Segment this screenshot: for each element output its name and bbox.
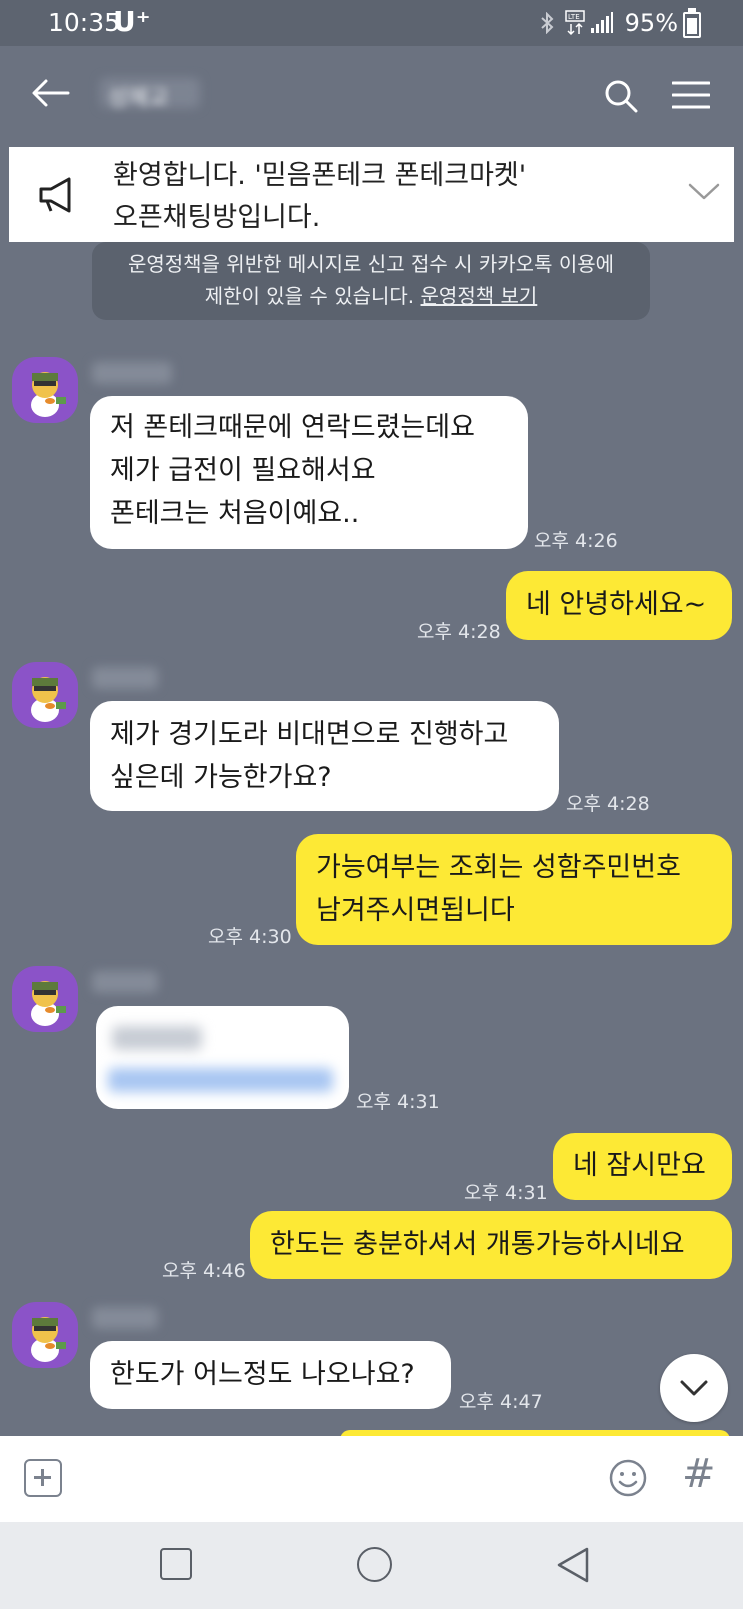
home-icon[interactable] — [357, 1547, 392, 1582]
message-line: 네 안녕하세요~ — [526, 589, 707, 620]
sender-name — [92, 1307, 158, 1329]
scroll-to-bottom-button[interactable] — [660, 1354, 728, 1422]
message-time: 오후 4:28 — [566, 793, 650, 815]
sender-name — [92, 667, 158, 689]
message-line: 폰테크는 처음이예요.. — [110, 498, 360, 529]
emoji-icon[interactable] — [609, 1459, 647, 1497]
notice-text: 환영합니다. '믿음폰테크 폰테크마켓' 오픈채팅방입니다. — [113, 155, 526, 239]
recent-apps-icon[interactable] — [160, 1548, 192, 1580]
message-line: 가능여부는 조회는 성함주민번호 — [316, 852, 681, 883]
blurred-contact-card[interactable] — [96, 1006, 349, 1109]
nav-back-icon[interactable] — [555, 1546, 591, 1584]
notice-line-2: 오픈채팅방입니다. — [113, 202, 321, 233]
blurred-link — [108, 1068, 333, 1092]
message-time: 오후 4:30 — [208, 926, 292, 948]
policy-link[interactable]: 운영정책 보기 — [421, 284, 538, 308]
back-arrow-icon[interactable] — [30, 78, 70, 108]
message-line: 제가 경기도라 비대면으로 진행하고 — [110, 719, 509, 750]
bluetooth-icon — [541, 12, 554, 34]
message-line: 남겨주시면됩니다 — [316, 895, 515, 926]
battery-icon — [683, 8, 701, 38]
svg-text:LTE: LTE — [568, 13, 580, 21]
search-icon[interactable] — [603, 78, 639, 114]
sender-name — [92, 362, 172, 384]
chat-header: 성혜교 — [0, 46, 743, 142]
message-line: 네 잠시만요 — [573, 1150, 706, 1181]
avatar[interactable] — [12, 1302, 78, 1368]
policy-notice: 운영정책을 위반한 메시지로 신고 접수 시 카카오톡 이용에 제한이 있을 수… — [92, 242, 650, 320]
menu-icon[interactable] — [672, 80, 710, 110]
notice-banner[interactable]: 환영합니다. '믿음폰테크 폰테크마켓' 오픈채팅방입니다. — [9, 147, 734, 242]
policy-line-1: 운영정책을 위반한 메시지로 신고 접수 시 카카오톡 이용에 — [127, 252, 615, 276]
system-nav-bar — [0, 1522, 743, 1609]
message-time: 오후 4:31 — [464, 1182, 548, 1204]
lte-icon: LTE — [565, 10, 585, 36]
message-line: 한도는 충분하셔서 개통가능하시네요 — [270, 1229, 685, 1260]
chat-title[interactable]: 성혜교 — [108, 80, 169, 112]
sender-name — [92, 971, 158, 993]
notice-line-1: 환영합니다. '믿음폰테크 폰테크마켓' — [113, 160, 527, 191]
message-bubble[interactable]: 네 안녕하세요~ — [506, 571, 732, 640]
message-bubble[interactable]: 저 폰테크때문에 연락드렸는데요 제가 급전이 필요해서요 폰테크는 처음이예요… — [90, 396, 528, 549]
status-bar: 10:35 U⁺ LTE 95% — [0, 0, 743, 46]
message-time: 오후 4:26 — [534, 530, 618, 552]
message-line: 저 폰테크때문에 연락드렸는데요 — [110, 412, 475, 443]
message-bubble[interactable]: 네 잠시만요 — [553, 1133, 732, 1200]
message-bubble[interactable]: 가능여부는 조회는 성함주민번호 남겨주시면됩니다 — [296, 834, 732, 945]
message-time: 오후 4:31 — [356, 1091, 440, 1113]
message-bubble[interactable]: 한도가 어느정도 나오나요? — [90, 1341, 451, 1409]
blurred-name — [112, 1026, 202, 1050]
signal-icon — [591, 12, 613, 33]
policy-line-2: 제한이 있을 수 있습니다. — [204, 284, 415, 308]
hash-icon[interactable]: # — [682, 1451, 716, 1497]
avatar[interactable] — [12, 662, 78, 728]
avatar[interactable] — [12, 966, 78, 1032]
battery-percent: 95% — [624, 9, 678, 37]
carrier-label: U⁺ — [113, 5, 151, 38]
message-input-bar: # — [0, 1436, 743, 1522]
message-time: 오후 4:47 — [459, 1391, 543, 1413]
message-line: 한도가 어느정도 나오나요? — [110, 1359, 415, 1390]
avatar[interactable] — [12, 357, 78, 423]
message-line: 제가 급전이 필요해서요 — [110, 455, 376, 486]
message-time: 오후 4:28 — [417, 621, 501, 643]
message-line: 싶은데 가능한가요? — [110, 762, 332, 793]
plus-icon[interactable] — [24, 1459, 62, 1497]
status-time: 10:35 — [48, 8, 121, 37]
message-time: 오후 4:46 — [162, 1260, 246, 1282]
megaphone-icon — [39, 177, 71, 213]
message-bubble[interactable]: 제가 경기도라 비대면으로 진행하고 싶은데 가능한가요? — [90, 701, 559, 811]
chevron-down-icon — [680, 1380, 708, 1396]
chevron-down-icon[interactable] — [687, 179, 721, 203]
message-bubble[interactable]: 한도는 충분하셔서 개통가능하시네요 — [250, 1211, 732, 1279]
